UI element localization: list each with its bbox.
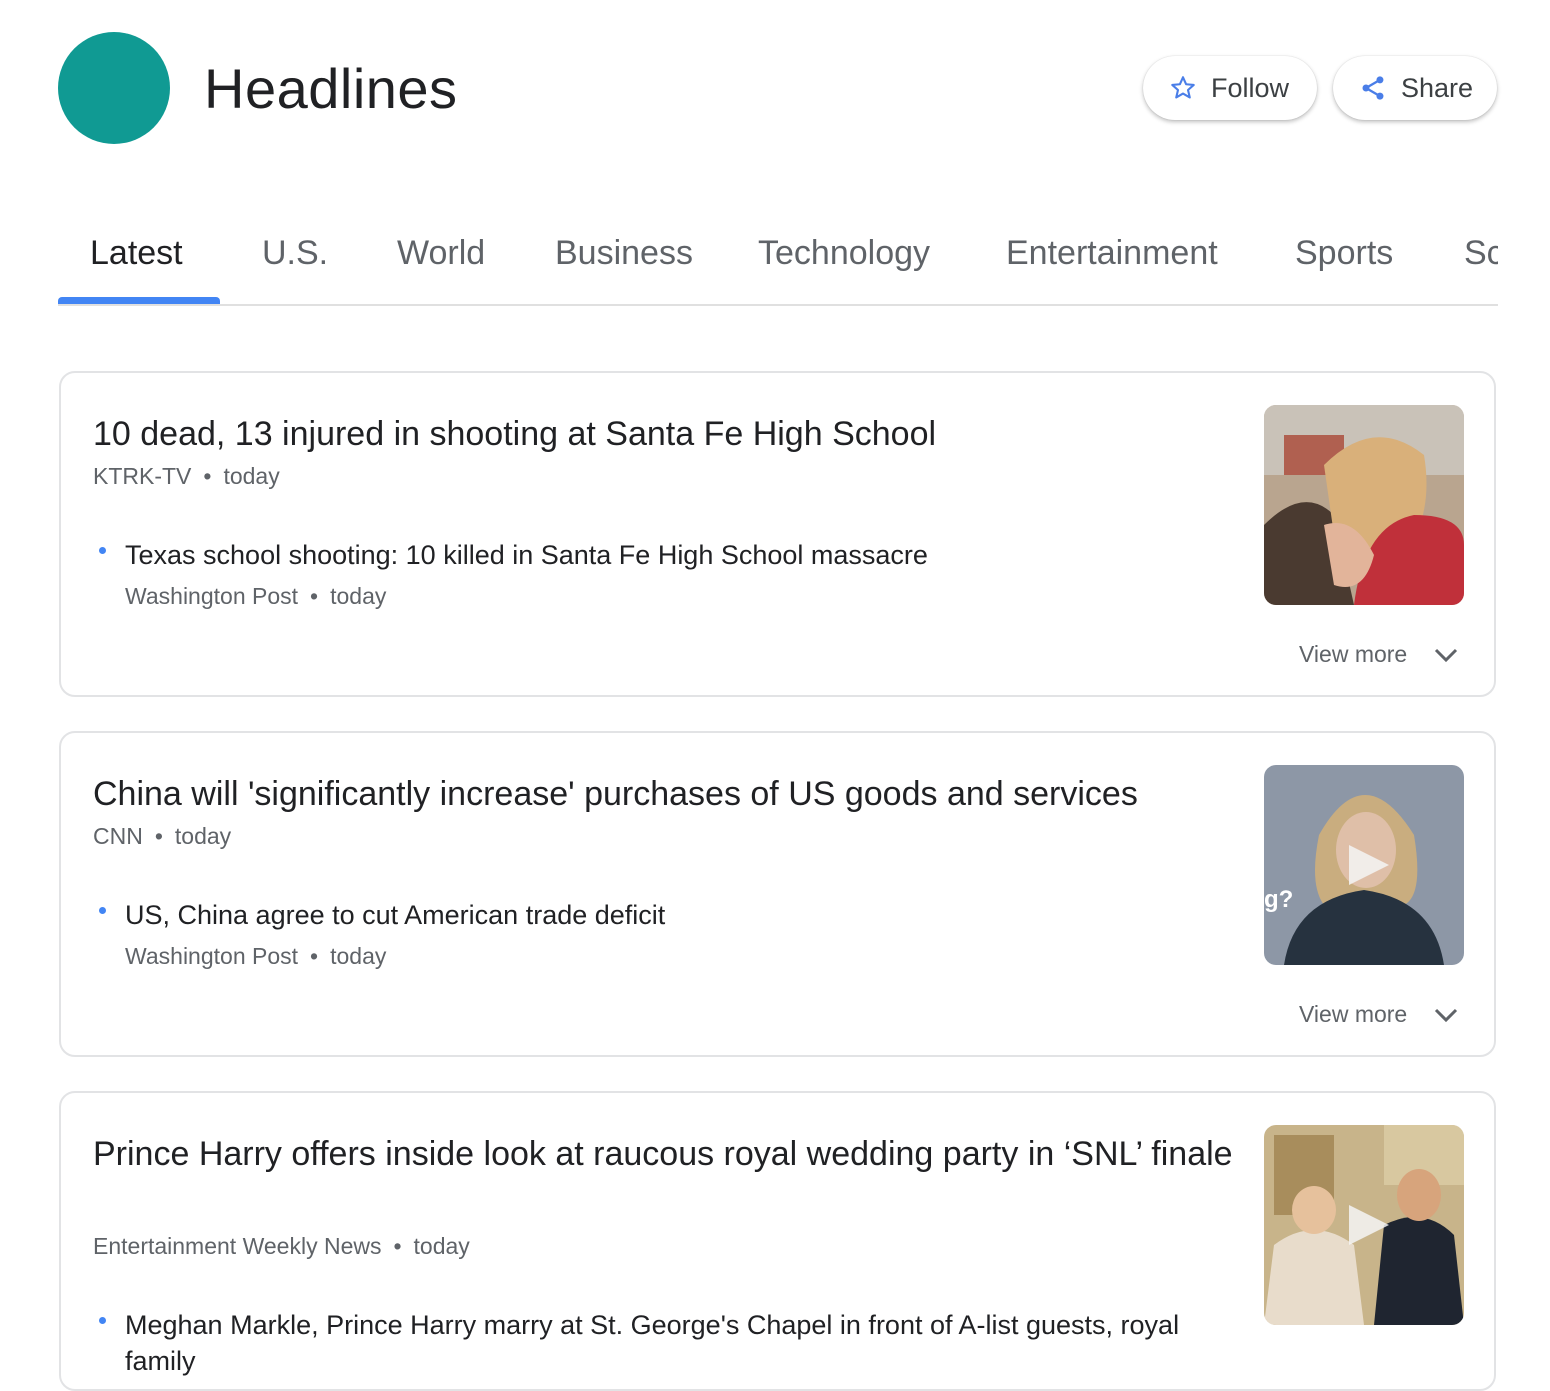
section-tabs: Latest U.S. World Business Technology En…	[58, 222, 1498, 306]
bullet-icon	[99, 1317, 106, 1324]
thumbnail-overlay-text: g?	[1264, 886, 1293, 913]
story-headline[interactable]: Prince Harry offers inside look at rauco…	[93, 1129, 1233, 1179]
related-source[interactable]: Washington Post	[125, 943, 298, 969]
follow-button[interactable]: Follow	[1143, 56, 1317, 120]
related-meta: Washington Post • today	[125, 583, 386, 610]
story-meta: KTRK-TV • today	[93, 463, 280, 490]
story-card: Prince Harry offers inside look at rauco…	[59, 1091, 1496, 1391]
bullet-icon	[99, 907, 106, 914]
separator-dot: •	[154, 823, 163, 849]
related-time: today	[330, 583, 387, 609]
tab-sports[interactable]: Sports	[1295, 234, 1393, 273]
tab-science[interactable]: Sc	[1464, 234, 1498, 273]
story-video-thumbnail[interactable]: g?	[1264, 765, 1464, 965]
story-source[interactable]: Entertainment Weekly News	[93, 1233, 381, 1259]
tab-latest[interactable]: Latest	[90, 234, 183, 273]
view-more-label: View more	[1299, 641, 1408, 667]
thumbnail-image: g?	[1264, 765, 1464, 965]
story-headline[interactable]: 10 dead, 13 injured in shooting at Santa…	[93, 409, 1233, 459]
thumbnail-image	[1264, 1125, 1464, 1325]
view-more-label: View more	[1299, 1001, 1408, 1027]
publication-logo	[58, 32, 170, 144]
thumbnail-image	[1264, 405, 1464, 605]
chevron-down-icon	[1435, 1008, 1458, 1022]
story-meta: Entertainment Weekly News • today	[93, 1233, 470, 1260]
tab-world[interactable]: World	[397, 234, 485, 273]
related-source[interactable]: Washington Post	[125, 583, 298, 609]
share-label: Share	[1400, 72, 1473, 103]
story-source[interactable]: CNN	[93, 823, 143, 849]
story-card: China will 'significantly increase' purc…	[59, 731, 1496, 1057]
story-time: today	[174, 823, 232, 849]
story-video-thumbnail[interactable]	[1264, 1125, 1464, 1325]
chevron-down-icon	[1435, 648, 1458, 662]
tab-business[interactable]: Business	[555, 234, 693, 273]
related-title[interactable]: Texas school shooting: 10 killed in Sant…	[125, 537, 928, 573]
page-title: Headlines	[204, 57, 458, 120]
bullet-icon	[99, 547, 106, 554]
story-time: today	[413, 1233, 470, 1259]
related-title[interactable]: Meghan Markle, Prince Harry marry at St.…	[125, 1307, 1185, 1379]
tab-technology[interactable]: Technology	[758, 234, 930, 273]
story-headline[interactable]: China will 'significantly increase' purc…	[93, 769, 1233, 819]
story-time: today	[223, 463, 280, 489]
view-more-button[interactable]: View more	[1299, 1001, 1459, 1028]
related-time: today	[330, 943, 387, 969]
view-more-button[interactable]: View more	[1299, 641, 1459, 668]
story-source[interactable]: KTRK-TV	[93, 463, 191, 489]
tab-entertainment[interactable]: Entertainment	[1006, 234, 1218, 273]
follow-label: Follow	[1211, 72, 1290, 103]
separator-dot: •	[310, 583, 319, 609]
separator-dot: •	[203, 463, 212, 489]
separator-dot: •	[393, 1233, 402, 1259]
share-button[interactable]: Share	[1333, 56, 1497, 120]
story-card: 10 dead, 13 injured in shooting at Santa…	[59, 371, 1496, 697]
separator-dot: •	[310, 943, 319, 969]
star-outline-icon	[1171, 76, 1195, 99]
story-thumbnail[interactable]	[1264, 405, 1464, 605]
related-meta: Washington Post • today	[125, 943, 386, 970]
story-meta: CNN • today	[93, 823, 231, 850]
share-icon	[1362, 76, 1384, 100]
related-title[interactable]: US, China agree to cut American trade de…	[125, 897, 665, 933]
active-tab-indicator	[58, 297, 220, 304]
tab-us[interactable]: U.S.	[262, 234, 328, 273]
